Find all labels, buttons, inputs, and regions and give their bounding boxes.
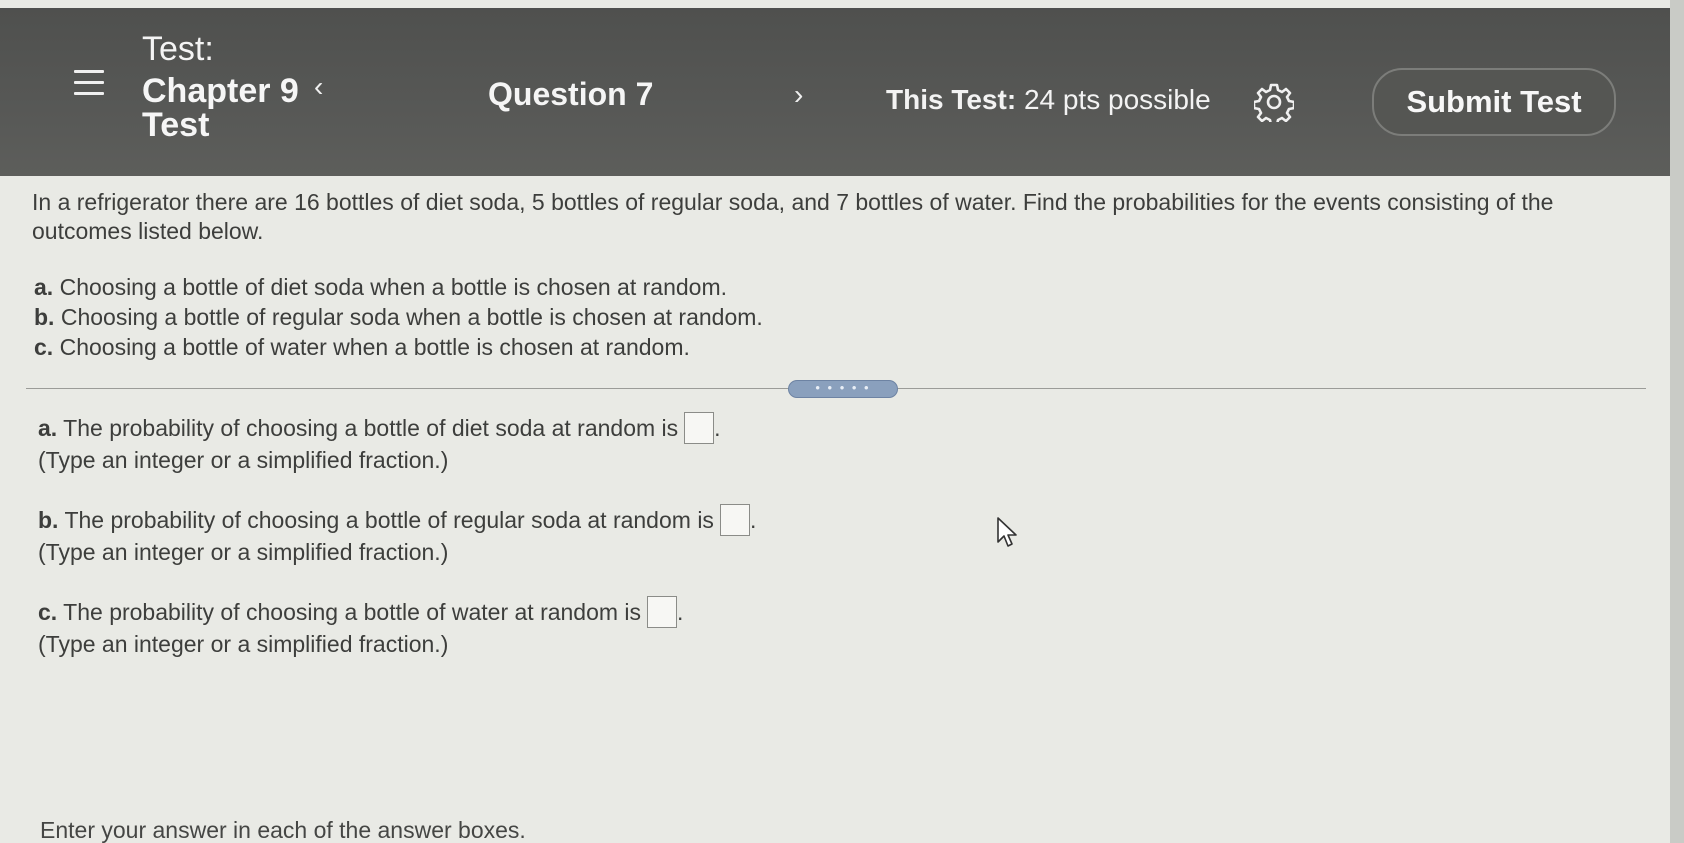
test-header: Test: Chapter 9 Test ‹ Question 7 › This… — [0, 8, 1670, 176]
points-info: This Test: 24 pts possible — [886, 84, 1211, 116]
answer-hint: (Type an integer or a simplified fractio… — [38, 631, 449, 657]
answer-letter: b. — [38, 507, 59, 533]
answer-letter: c. — [38, 599, 58, 625]
answer-hint: (Type an integer or a simplified fractio… — [38, 447, 449, 473]
next-question-button[interactable]: › — [794, 80, 803, 110]
answer-section: a. The probability of choosing a bottle … — [38, 412, 756, 688]
mouse-pointer-icon — [997, 517, 1017, 547]
pane-splitter-handle[interactable]: • • • • • — [788, 380, 898, 398]
answer-prompt: The probability of choosing a bottle of … — [63, 415, 679, 441]
answer-hint: (Type an integer or a simplified fractio… — [38, 539, 449, 565]
problem-part-a: a. Choosing a bottle of diet soda when a… — [34, 274, 728, 300]
problem-part-b: b. Choosing a bottle of regular soda whe… — [34, 304, 763, 330]
answer-part-c: c. The probability of choosing a bottle … — [38, 596, 756, 660]
previous-question-button[interactable]: ‹ — [314, 72, 323, 102]
screen: Test: Chapter 9 Test ‹ Question 7 › This… — [0, 0, 1670, 843]
problem-statement: In a refrigerator there are 16 bottles o… — [32, 189, 1554, 244]
answer-part-b: b. The probability of choosing a bottle … — [38, 504, 756, 568]
gear-icon[interactable] — [1254, 82, 1294, 122]
footer-instruction: Enter your answer in each of the answer … — [40, 817, 526, 843]
problem-parts: a. Choosing a bottle of diet soda when a… — [34, 272, 763, 362]
submit-test-button[interactable]: Submit Test — [1372, 68, 1616, 136]
answer-part-a: a. The probability of choosing a bottle … — [38, 412, 756, 476]
answer-input-b[interactable] — [719, 504, 750, 536]
test-label: Test: — [142, 30, 214, 68]
hamburger-menu-icon[interactable] — [74, 70, 104, 98]
problem-part-c: c. Choosing a bottle of water when a bot… — [34, 334, 690, 360]
answer-input-a[interactable] — [684, 412, 715, 444]
answer-prompt: The probability of choosing a bottle of … — [64, 507, 714, 533]
points-label: This Test: — [886, 84, 1017, 115]
question-content: In a refrigerator there are 16 bottles o… — [0, 176, 1670, 843]
answer-letter: a. — [38, 415, 58, 441]
question-title: Question 7 — [488, 76, 654, 112]
test-name: Chapter 9 Test — [142, 72, 299, 144]
answer-prompt: The probability of choosing a bottle of … — [63, 599, 642, 625]
answer-input-c[interactable] — [647, 596, 678, 628]
points-value: 24 pts possible — [1023, 84, 1211, 115]
